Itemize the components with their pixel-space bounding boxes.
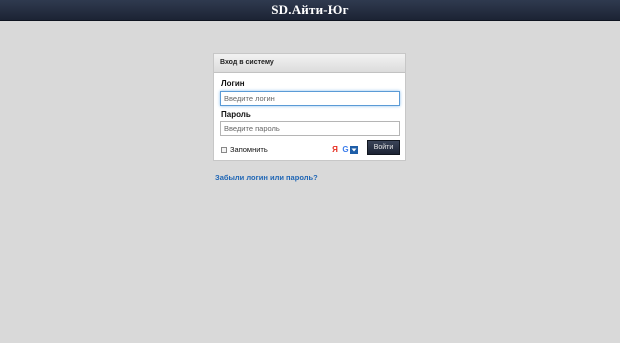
site-title: SD.Айти-Юг xyxy=(271,2,349,17)
password-label: Пароль xyxy=(221,110,251,119)
panel-title: Вход в систему xyxy=(214,54,405,73)
top-bar: SD.Айти-Юг xyxy=(0,0,620,21)
remember-label: Запомнить xyxy=(230,145,268,154)
mailru-icon[interactable] xyxy=(350,146,358,154)
password-input[interactable] xyxy=(220,121,400,136)
forgot-password-link[interactable]: Забыли логин или пароль? xyxy=(215,173,318,182)
login-button[interactable]: Войти xyxy=(367,140,400,155)
login-label: Логин xyxy=(221,79,245,88)
login-panel: Вход в систему Логин Пароль Запомнить Я … xyxy=(213,53,406,161)
remember-me[interactable]: Запомнить xyxy=(221,145,268,154)
yandex-icon[interactable]: Я xyxy=(331,145,339,154)
google-icon[interactable]: G xyxy=(341,145,350,154)
login-input[interactable] xyxy=(220,91,400,106)
remember-checkbox[interactable] xyxy=(221,146,227,153)
